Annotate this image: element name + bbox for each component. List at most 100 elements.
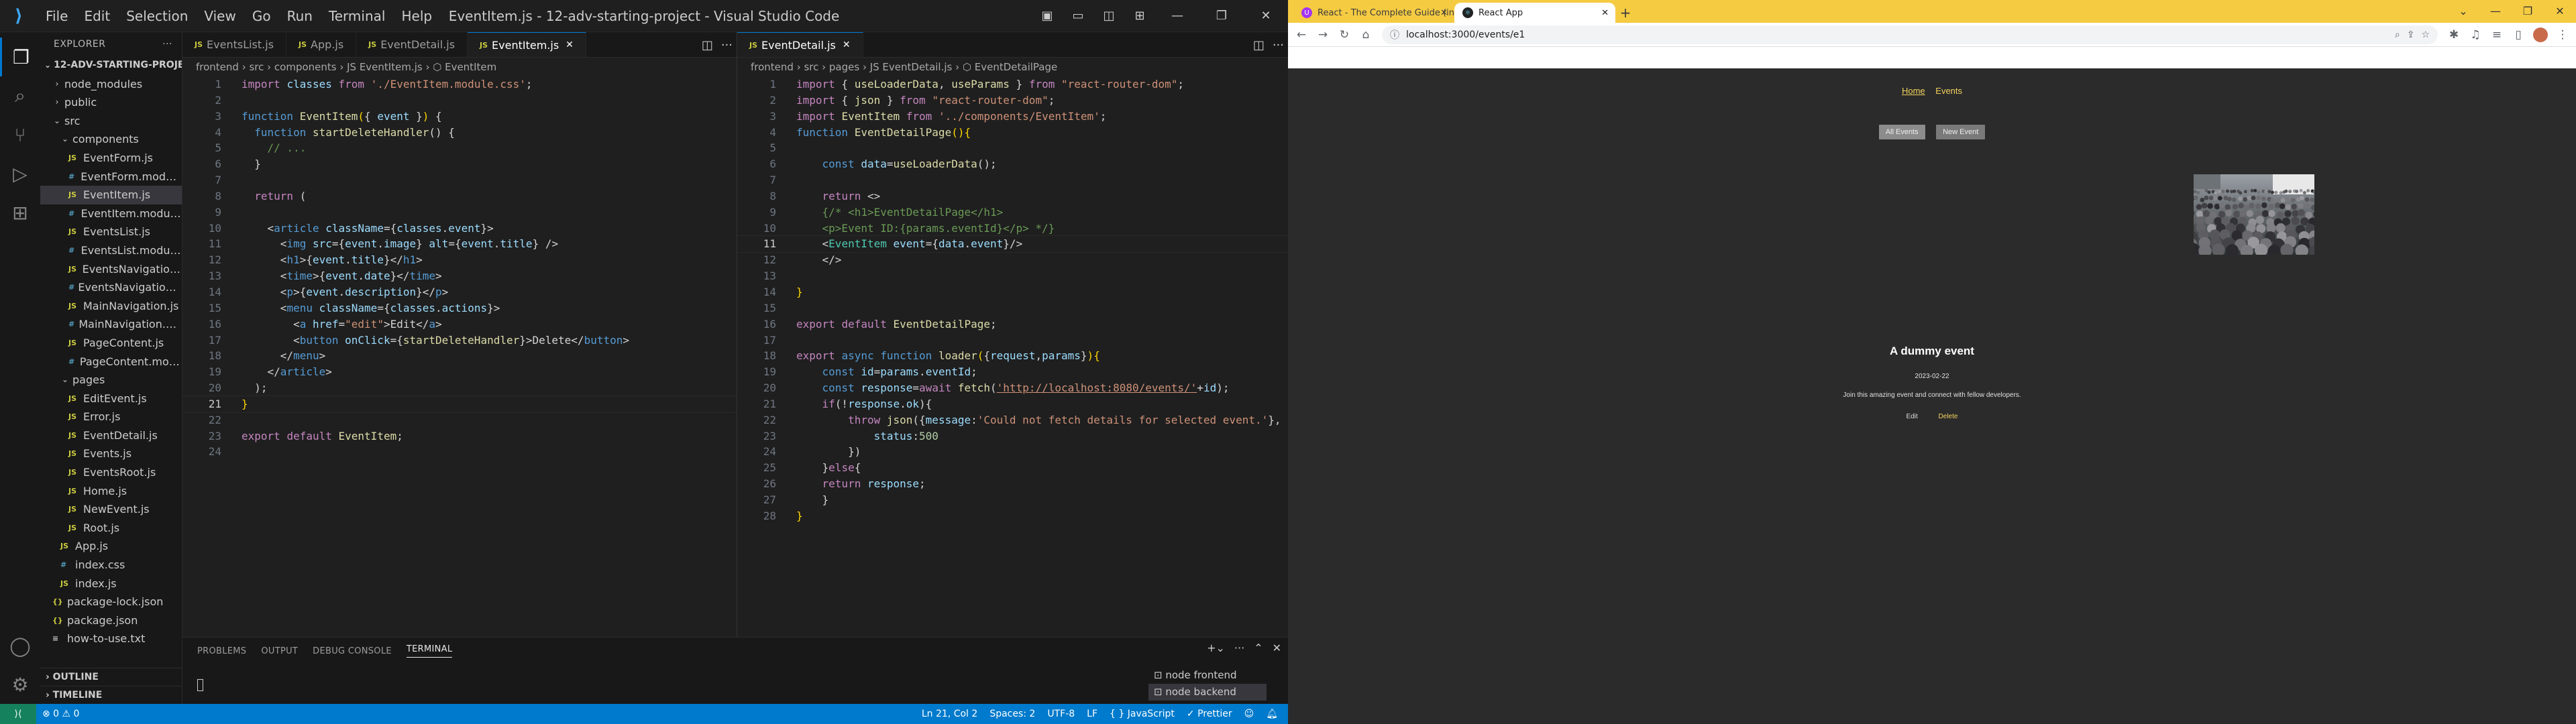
breadcrumb-right[interactable]: frontend › src › pages › JS EventDetail.… bbox=[737, 58, 1288, 76]
close-panel-icon[interactable]: ✕ bbox=[1273, 642, 1281, 654]
minimize-button[interactable]: — bbox=[1155, 0, 1199, 32]
file-item[interactable]: {} package-lock.json bbox=[40, 593, 182, 611]
file-item[interactable]: JS EventItem.js bbox=[40, 186, 182, 204]
close-tab-icon[interactable]: ✕ bbox=[843, 40, 851, 50]
tab-search-icon[interactable]: ⌄ bbox=[2447, 0, 2479, 23]
file-item[interactable]: JS EventForm.js bbox=[40, 149, 182, 168]
new-event-button[interactable]: New Event bbox=[1936, 125, 1986, 139]
panel-tab-terminal[interactable]: TERMINAL bbox=[406, 644, 453, 658]
reload-icon[interactable]: ↻ bbox=[1335, 28, 1354, 42]
menu-selection[interactable]: Selection bbox=[118, 0, 196, 32]
menu-view[interactable]: View bbox=[196, 0, 244, 32]
forward-icon[interactable]: → bbox=[1313, 28, 1332, 42]
file-item[interactable]: JS index.js bbox=[40, 575, 182, 593]
file-item[interactable]: JS App.js bbox=[40, 537, 182, 556]
accounts-icon[interactable]: ◯ bbox=[0, 626, 40, 665]
file-item[interactable]: # EventForm.module.css bbox=[40, 168, 182, 186]
terminal-cursor[interactable] bbox=[197, 679, 203, 691]
menu-edit[interactable]: Edit bbox=[76, 0, 118, 32]
close-window-button[interactable]: ✕ bbox=[1244, 0, 1288, 32]
file-item[interactable]: JS EventsRoot.js bbox=[40, 463, 182, 482]
terminal-instance[interactable]: ⊡ node backend bbox=[1148, 684, 1267, 701]
end-of-line[interactable]: LF bbox=[1081, 709, 1104, 719]
split-editor-icon[interactable]: ◫ bbox=[1253, 38, 1265, 52]
nav-link-home[interactable]: Home bbox=[1902, 86, 1925, 96]
media-controls-icon[interactable]: ♫ bbox=[2466, 28, 2485, 42]
maximize-button[interactable]: ❐ bbox=[2512, 0, 2544, 23]
search-icon[interactable]: ⌕ bbox=[0, 76, 40, 115]
panel-tab-problems[interactable]: PROBLEMS bbox=[197, 646, 246, 656]
home-icon[interactable]: ⌂ bbox=[1356, 28, 1375, 42]
folder-item[interactable]: ⌄ pages bbox=[40, 371, 182, 389]
file-item[interactable]: JS PageContent.js bbox=[40, 334, 182, 353]
file-item[interactable]: {} package.json bbox=[40, 611, 182, 630]
url-text[interactable]: localhost:3000/events/e1 bbox=[1406, 29, 2388, 40]
close-tab-icon[interactable]: ✕ bbox=[566, 40, 574, 50]
more-actions-icon[interactable]: ··· bbox=[721, 38, 733, 52]
project-folder[interactable]: ⌄ 12-ADV-STARTING-PROJE... bbox=[40, 56, 182, 75]
toggle-secondary-sidebar-icon[interactable]: ◫ bbox=[1093, 0, 1124, 32]
toggle-sidebar-icon[interactable]: ▣ bbox=[1032, 0, 1063, 32]
breadcrumb-left[interactable]: frontend › src › components › JS EventIt… bbox=[182, 58, 737, 76]
file-item[interactable]: ≡ how-to-use.txt bbox=[40, 629, 182, 648]
editor-tab[interactable]: JS EventDetail.js bbox=[356, 32, 468, 57]
file-item[interactable]: JS Home.js bbox=[40, 482, 182, 501]
file-item[interactable]: JS Events.js bbox=[40, 444, 182, 463]
address-bar[interactable]: ⓘ localhost:3000/events/e1 ⌕ ⇪ ☆ bbox=[1382, 25, 2438, 44]
menu-file[interactable]: File bbox=[38, 0, 76, 32]
more-actions-icon[interactable]: ··· bbox=[1273, 38, 1284, 52]
menu-go[interactable]: Go bbox=[244, 0, 279, 32]
cursor-position[interactable]: Ln 21, Col 2 bbox=[916, 709, 983, 719]
file-item[interactable]: # EventsList.module.css bbox=[40, 241, 182, 260]
notifications-bell-icon[interactable]: 🔔︎ bbox=[1260, 709, 1284, 719]
panel-tab-output[interactable]: OUTPUT bbox=[261, 646, 298, 656]
delete-event-button[interactable]: Delete bbox=[1939, 413, 1958, 420]
encoding[interactable]: UTF-8 bbox=[1041, 709, 1081, 719]
file-item[interactable]: JS EventsNavigation.js bbox=[40, 260, 182, 279]
indentation[interactable]: Spaces: 2 bbox=[983, 709, 1041, 719]
reading-list-icon[interactable]: ≡ bbox=[2487, 28, 2506, 42]
maximize-button[interactable]: ❐ bbox=[1199, 0, 1244, 32]
new-tab-button[interactable]: + bbox=[1615, 3, 1635, 23]
file-item[interactable]: #MainNavigation.module.css bbox=[40, 315, 182, 334]
profile-avatar[interactable] bbox=[2533, 27, 2548, 42]
more-actions-icon[interactable]: ··· bbox=[162, 32, 172, 56]
folder-item[interactable]: ⌄ components bbox=[40, 130, 182, 149]
problems-count[interactable]: ⊗ 0 ⚠ 0 bbox=[36, 709, 85, 719]
editor-tab[interactable]: JS App.js bbox=[286, 32, 357, 57]
back-icon[interactable]: ← bbox=[1292, 28, 1311, 42]
all-events-button[interactable]: All Events bbox=[1878, 125, 1925, 139]
manage-gear-icon[interactable]: ⚙ bbox=[0, 665, 40, 704]
editor-tab[interactable]: JS EventDetail.js ✕ bbox=[737, 32, 863, 57]
split-editor-icon[interactable]: ◫ bbox=[702, 38, 713, 52]
panel-tab-debug-console[interactable]: DEBUG CONSOLE bbox=[313, 646, 392, 656]
file-item[interactable]: JS EditEvent.js bbox=[40, 389, 182, 408]
toggle-panel-icon[interactable]: ▭ bbox=[1063, 0, 1093, 32]
zoom-icon[interactable]: ⌕ bbox=[2395, 29, 2400, 40]
menu-help[interactable]: Help bbox=[393, 0, 440, 32]
file-item[interactable]: # EventItem.module.css bbox=[40, 204, 182, 223]
bookmark-star-icon[interactable]: ☆ bbox=[2421, 29, 2430, 40]
new-terminal-icon[interactable]: +⌄ bbox=[1207, 642, 1225, 654]
file-item[interactable]: JS EventDetail.js bbox=[40, 426, 182, 445]
side-panel-icon[interactable]: ▯ bbox=[2509, 28, 2528, 42]
file-item[interactable]: # PageContent.module.css bbox=[40, 353, 182, 371]
close-tab-icon[interactable]: ✕ bbox=[1440, 8, 1448, 18]
code-editor-left[interactable]: 1 import classes from './EventItem.module… bbox=[182, 76, 737, 460]
nav-link-events[interactable]: Events bbox=[1935, 86, 1962, 96]
extensions-puzzle-icon[interactable]: ✱ bbox=[2445, 28, 2463, 42]
file-item[interactable]: #EventsNavigation.module.css bbox=[40, 278, 182, 297]
folder-item[interactable]: ⌄ src bbox=[40, 112, 182, 131]
feedback-icon[interactable]: ☺ bbox=[1238, 709, 1260, 719]
file-item[interactable]: JS MainNavigation.js bbox=[40, 297, 182, 316]
chrome-menu-icon[interactable]: ⋮ bbox=[2553, 28, 2572, 42]
source-control-icon[interactable]: ⑂ bbox=[0, 115, 40, 154]
menu-terminal[interactable]: Terminal bbox=[321, 0, 394, 32]
file-item[interactable]: JS EventsList.js bbox=[40, 223, 182, 241]
close-tab-icon[interactable]: ✕ bbox=[1601, 8, 1609, 18]
site-info-icon[interactable]: ⓘ bbox=[1390, 28, 1399, 42]
more-actions-icon[interactable]: ··· bbox=[1234, 642, 1244, 654]
language-mode[interactable]: { } JavaScript bbox=[1104, 709, 1181, 719]
code-editor-right[interactable]: 1 import { useLoaderData, useParams } fro… bbox=[737, 76, 1288, 524]
editor-tab[interactable]: JS EventItem.js ✕ bbox=[468, 32, 586, 57]
